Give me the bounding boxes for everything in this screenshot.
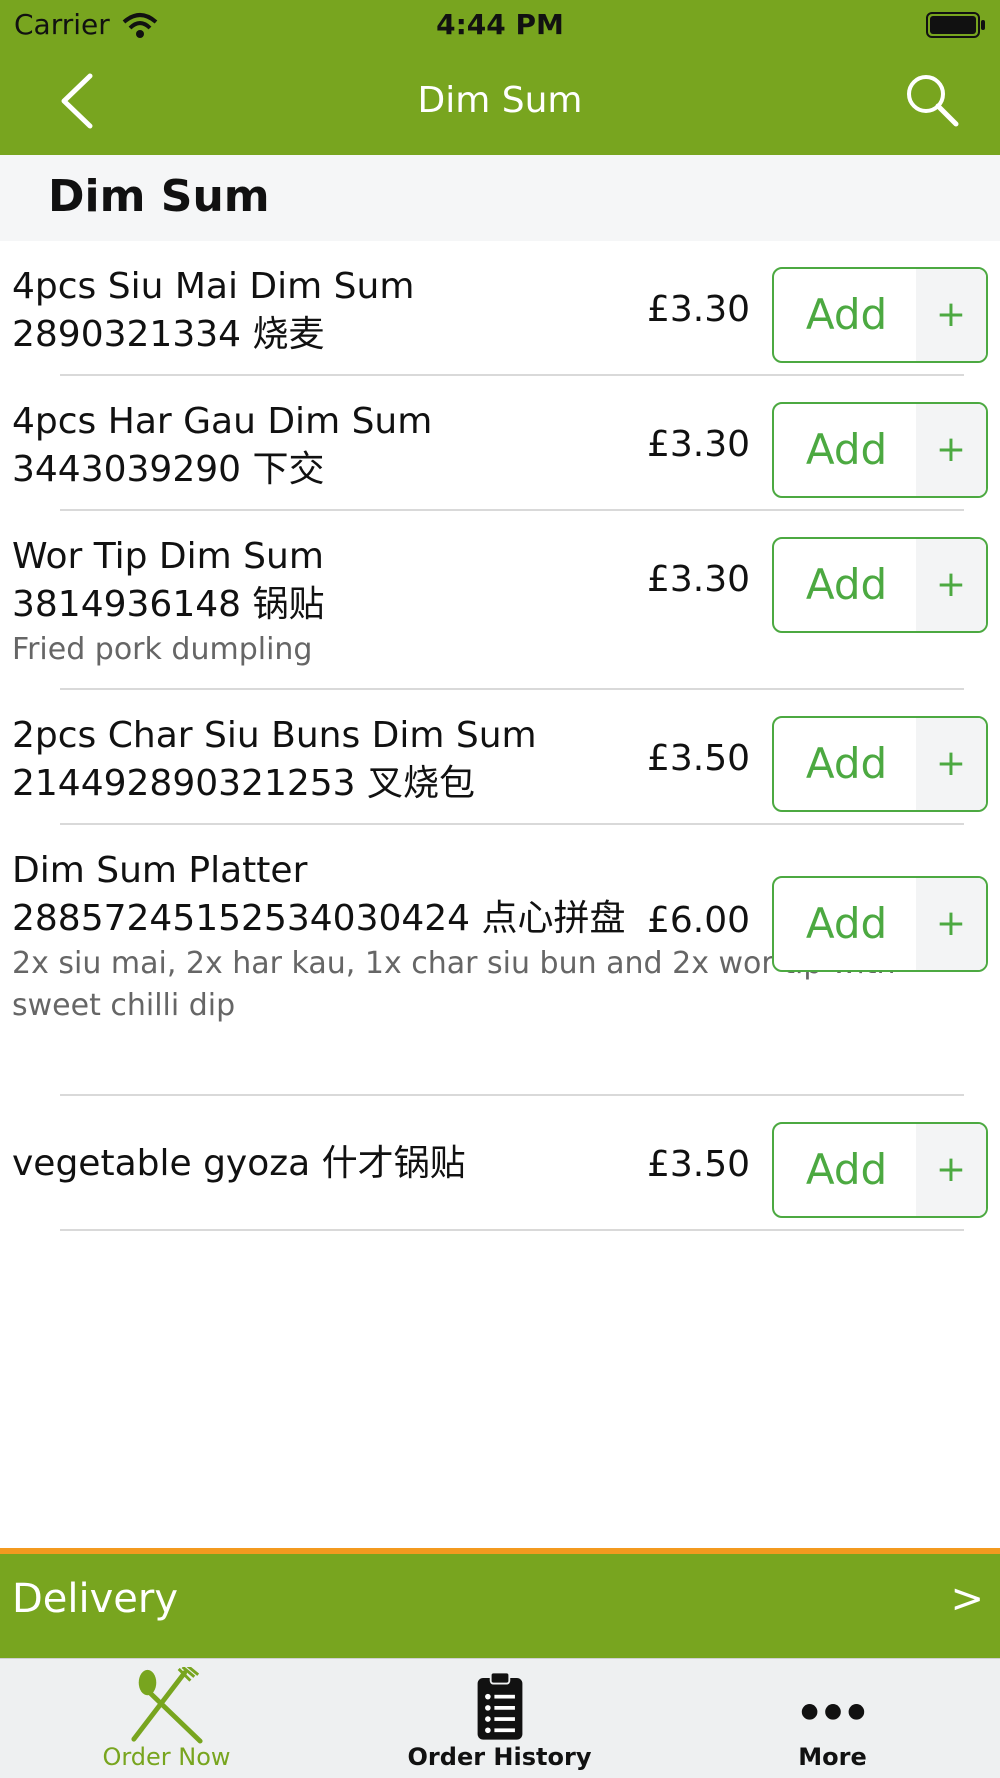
add-button[interactable]: Add + <box>772 267 988 363</box>
nav-bar: Dim Sum <box>0 50 1000 155</box>
menu-item: 4pcs Har Gau Dim Sum 3443039290 下交 £3.30… <box>0 376 1000 511</box>
chevron-right-icon: > <box>950 1576 984 1622</box>
item-price: £3.30 <box>646 289 750 330</box>
add-button-label: Add <box>805 739 888 788</box>
add-button[interactable]: Add + <box>772 402 988 498</box>
tab-label: Order Now <box>102 1743 231 1771</box>
delivery-label: Delivery <box>12 1576 179 1622</box>
item-name: Wor Tip Dim Sum 3814936148 锅贴 Fried pork… <box>12 533 372 671</box>
divider <box>60 1229 964 1231</box>
add-button[interactable]: Add + <box>772 716 988 812</box>
plus-icon: + <box>916 878 986 970</box>
item-price: £3.30 <box>646 559 750 600</box>
menu-item: 2pcs Char Siu Buns Dim Sum 2144928903212… <box>0 690 1000 825</box>
add-button[interactable]: Add + <box>772 1122 988 1218</box>
add-button-label: Add <box>805 560 888 609</box>
item-title: Dim Sum Platter 28857245152534030424 点心拼… <box>12 850 626 939</box>
status-time: 4:44 PM <box>436 8 564 41</box>
page-title: Dim Sum <box>417 80 583 121</box>
delivery-bar[interactable]: Delivery > <box>0 1548 1000 1658</box>
section-title: Dim Sum <box>48 171 270 222</box>
item-name: vegetable gyoza 什才锅贴 <box>12 1143 466 1184</box>
tab-order-history[interactable]: Order History <box>333 1659 666 1778</box>
item-price: £3.50 <box>646 738 750 779</box>
item-price: £3.50 <box>646 1144 750 1185</box>
menu-item: Dim Sum Platter 28857245152534030424 点心拼… <box>0 825 1000 1096</box>
item-name: Dim Sum Platter 28857245152534030424 点心拼… <box>12 847 896 1027</box>
item-description: Fried pork dumpling <box>12 632 313 667</box>
add-button-label: Add <box>805 425 888 474</box>
section-header: Dim Sum <box>0 155 1000 241</box>
more-dots-icon <box>801 1704 864 1720</box>
item-title: Wor Tip Dim Sum 3814936148 锅贴 <box>12 536 325 625</box>
tab-order-now[interactable]: Order Now <box>0 1659 333 1778</box>
menu-item: 4pcs Siu Mai Dim Sum 2890321334 烧麦 £3.30… <box>0 241 1000 376</box>
plus-icon: + <box>916 269 986 361</box>
plus-icon: + <box>916 404 986 496</box>
add-button-label: Add <box>805 899 888 948</box>
item-price: £3.30 <box>646 424 750 465</box>
tab-more[interactable]: More <box>666 1659 999 1778</box>
add-button-label: Add <box>805 1145 888 1194</box>
plus-icon: + <box>916 539 986 631</box>
add-button-label: Add <box>805 290 888 339</box>
add-button[interactable]: Add + <box>772 876 988 972</box>
clipboard-icon <box>477 1671 522 1740</box>
item-name: 4pcs Siu Mai Dim Sum 2890321334 烧麦 <box>12 266 415 355</box>
item-price: £6.00 <box>646 900 750 941</box>
tab-bar: Order Now Order History More <box>0 1658 1000 1778</box>
tab-label: More <box>798 1743 867 1771</box>
plus-icon: + <box>916 1124 986 1216</box>
tab-label: Order History <box>407 1743 592 1771</box>
status-bar: Carrier 4:44 PM <box>0 0 1000 50</box>
battery-icon <box>926 12 985 38</box>
search-icon[interactable] <box>904 72 960 128</box>
plus-icon: + <box>916 718 986 810</box>
item-name: 2pcs Char Siu Buns Dim Sum 2144928903212… <box>12 715 537 804</box>
add-button[interactable]: Add + <box>772 537 988 633</box>
menu-item: vegetable gyoza 什才锅贴 £3.50 Add + <box>0 1096 1000 1231</box>
item-name: 4pcs Har Gau Dim Sum 3443039290 下交 <box>12 401 433 490</box>
menu-item: Wor Tip Dim Sum 3814936148 锅贴 Fried pork… <box>0 511 1000 690</box>
fork-knife-icon <box>130 1667 203 1744</box>
